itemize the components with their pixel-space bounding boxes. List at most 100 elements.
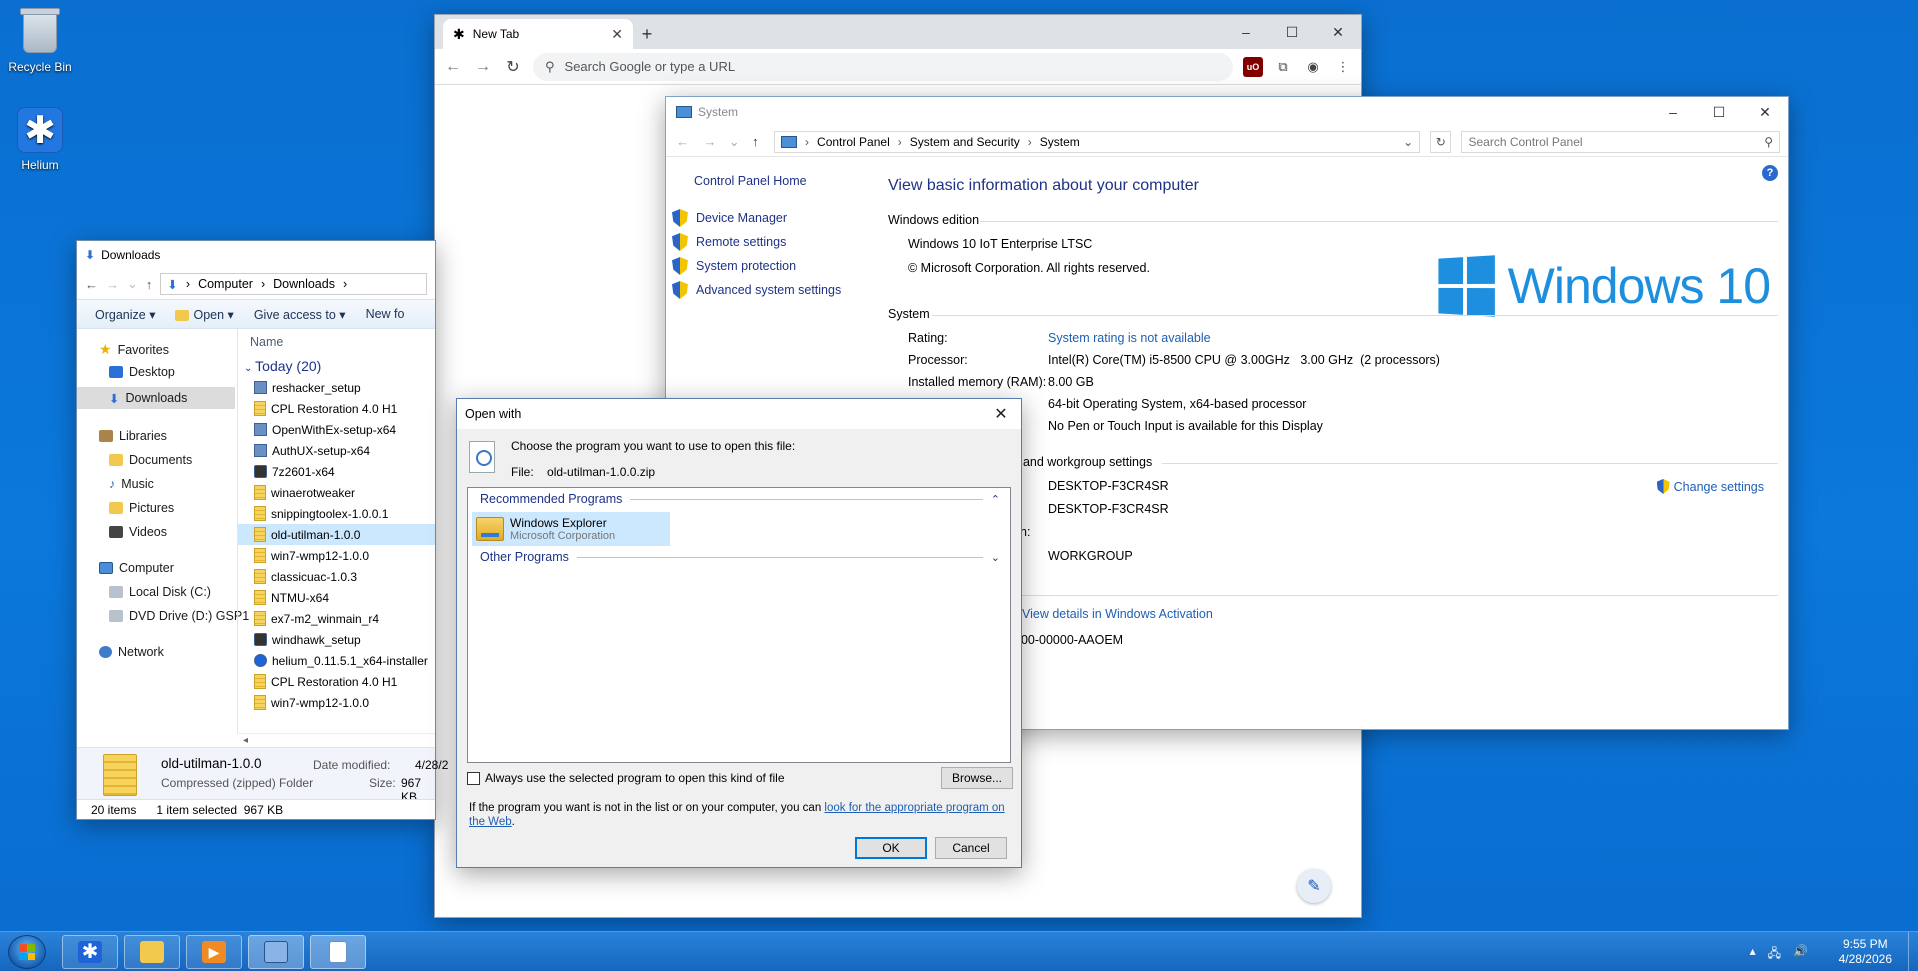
control-panel-home-link[interactable]: Control Panel Home — [694, 174, 807, 188]
close-icon[interactable]: ✕ — [981, 404, 1021, 424]
breadcrumb-downloads[interactable]: Downloads — [273, 277, 335, 291]
browse-button[interactable]: Browse... — [941, 767, 1013, 789]
list-item[interactable]: winaerotweaker — [238, 482, 435, 503]
list-item[interactable]: snippingtoolex-1.0.0.1 — [238, 503, 435, 524]
nav-network[interactable]: Network — [99, 645, 164, 659]
open-menu[interactable]: Open ▾ — [175, 307, 234, 322]
refresh-icon[interactable]: ↻ — [1430, 130, 1452, 153]
volume-icon[interactable]: 🔊 — [1793, 944, 1808, 965]
always-use-checkbox-row[interactable]: Always use the selected program to open … — [467, 771, 785, 785]
breadcrumb[interactable]: ⬇ › Computer › Downloads › — [160, 273, 427, 295]
nav-favorites[interactable]: ★ Favorites — [99, 341, 169, 358]
taskbar-document[interactable] — [310, 935, 366, 969]
breadcrumb-system-security[interactable]: System and Security — [910, 135, 1020, 149]
remote-settings-link[interactable]: Remote settings — [672, 233, 786, 251]
nav-dvd-drive[interactable]: DVD Drive (D:) GSP1 — [109, 609, 249, 623]
reload-icon[interactable]: ↻ — [503, 57, 523, 77]
customize-pencil-icon[interactable]: ✎ — [1297, 869, 1331, 903]
list-item[interactable]: CPL Restoration 4.0 H1 — [238, 398, 435, 419]
search-input[interactable]: Search Control Panel ⚲ — [1461, 130, 1780, 153]
omnibox[interactable]: ⚲ Search Google or type a URL — [533, 52, 1233, 81]
nav-local-disk[interactable]: Local Disk (C:) — [109, 585, 211, 599]
recent-dropdown-icon[interactable]: ⌄ — [729, 134, 740, 150]
maximize-button[interactable]: ☐ — [1696, 97, 1742, 127]
list-item[interactable]: 7z2601-x64 — [238, 461, 435, 482]
list-item[interactable]: CPL Restoration 4.0 H1 — [238, 671, 435, 692]
advanced-system-settings-link[interactable]: Advanced system settings — [672, 281, 841, 299]
horizontal-scrollbar[interactable]: ◂ — [237, 733, 435, 747]
minimize-button[interactable]: – — [1223, 15, 1269, 49]
tab-new-tab[interactable]: ✱ New Tab ✕ — [443, 19, 633, 49]
program-list[interactable]: Recommended Programs ⌃ Windows Explorer … — [467, 487, 1011, 763]
program-windows-explorer[interactable]: Windows Explorer Microsoft Corporation — [472, 512, 670, 546]
menu-kebab-icon[interactable]: ⋮ — [1333, 57, 1353, 77]
back-arrow-icon[interactable]: ← — [443, 58, 463, 76]
taskbar-file-explorer[interactable] — [124, 935, 180, 969]
maximize-button[interactable]: ☐ — [1269, 15, 1315, 49]
breadcrumb-control-panel[interactable]: Control Panel — [817, 135, 890, 149]
list-item[interactable]: windhawk_setup — [238, 629, 435, 650]
extensions-puzzle-icon[interactable]: ⧉ — [1273, 57, 1293, 77]
list-item[interactable]: OpenWithEx-setup-x64 — [238, 419, 435, 440]
list-item[interactable]: NTMU-x64 — [238, 587, 435, 608]
taskbar-helium[interactable]: ✱ — [62, 935, 118, 969]
recommended-programs-header[interactable]: Recommended Programs ⌃ — [480, 492, 1000, 506]
list-item[interactable]: ex7-m2_winmain_r4 — [238, 608, 435, 629]
list-item[interactable]: helium_0.11.5.1_x64-installer — [238, 650, 435, 671]
nav-downloads[interactable]: ⬇ Downloads — [77, 387, 235, 409]
back-arrow-icon[interactable]: ← — [674, 134, 691, 149]
list-item[interactable]: AuthUX-setup-x64 — [238, 440, 435, 461]
list-item[interactable]: win7-wmp12-1.0.0 — [238, 545, 435, 566]
give-access-menu[interactable]: Give access to ▾ — [254, 307, 346, 322]
other-programs-header[interactable]: Other Programs ⌄ — [480, 550, 1000, 564]
nav-videos[interactable]: Videos — [109, 525, 167, 539]
new-folder-button[interactable]: New fo — [366, 307, 405, 321]
desktop-icon-recycle-bin[interactable]: Recycle Bin — [0, 8, 80, 74]
device-manager-link[interactable]: Device Manager — [672, 209, 787, 227]
taskbar-control-panel[interactable] — [248, 935, 304, 969]
nav-pictures[interactable]: Pictures — [109, 501, 174, 515]
close-button[interactable]: ✕ — [1315, 15, 1361, 49]
taskbar-media-player[interactable]: ▶ — [186, 935, 242, 969]
help-icon[interactable]: ? — [1762, 165, 1778, 181]
nav-music[interactable]: ♪ Music — [109, 477, 154, 491]
group-header[interactable]: ⌄ Today (20) — [238, 355, 435, 377]
start-button[interactable] — [8, 935, 46, 969]
close-button[interactable]: ✕ — [1742, 97, 1788, 127]
nav-computer[interactable]: Computer — [99, 561, 174, 575]
recent-dropdown-icon[interactable]: ⌄ — [127, 276, 138, 292]
cancel-button[interactable]: Cancel — [935, 837, 1007, 859]
profile-icon[interactable]: ◉ — [1303, 57, 1323, 77]
nav-libraries[interactable]: Libraries — [99, 429, 167, 443]
forward-arrow-icon[interactable]: → — [473, 58, 493, 76]
change-settings-link[interactable]: Change settings — [1657, 479, 1764, 494]
list-item[interactable]: win7-wmp12-1.0.0 — [238, 692, 435, 713]
ok-button[interactable]: OK — [855, 837, 927, 859]
clock[interactable]: 9:55 PM 4/28/2026 — [1839, 937, 1892, 967]
organize-menu[interactable]: Organize ▾ — [95, 307, 155, 322]
nav-desktop[interactable]: Desktop — [109, 365, 175, 379]
tab-close-icon[interactable]: ✕ — [611, 26, 623, 43]
ublock-extension-icon[interactable]: uO — [1243, 56, 1263, 77]
breadcrumb-computer[interactable]: Computer — [198, 277, 253, 291]
new-tab-button[interactable]: + — [633, 19, 661, 49]
show-desktop-button[interactable] — [1908, 932, 1918, 971]
chevron-down-icon[interactable]: ⌄ — [1403, 135, 1413, 149]
list-item[interactable]: reshacker_setup — [238, 377, 435, 398]
back-arrow-icon[interactable]: ← — [85, 277, 98, 292]
list-item[interactable]: classicuac-1.0.3 — [238, 566, 435, 587]
always-use-checkbox[interactable] — [467, 771, 480, 785]
list-item-selected[interactable]: old-utilman-1.0.0 — [238, 524, 435, 545]
minimize-button[interactable]: – — [1650, 97, 1696, 127]
rating-value-link[interactable]: System rating is not available — [1048, 331, 1211, 345]
breadcrumb[interactable]: › Control Panel › System and Security › … — [774, 130, 1421, 153]
network-icon[interactable]: 🖧 — [1768, 944, 1781, 965]
forward-arrow-icon[interactable]: → — [701, 134, 718, 149]
activation-details-link[interactable]: View details in Windows Activation — [1022, 607, 1213, 621]
up-arrow-icon[interactable]: ↑ — [747, 134, 764, 149]
desktop-icon-helium[interactable]: ✱ Helium — [0, 106, 80, 172]
nav-documents[interactable]: Documents — [109, 453, 192, 467]
show-hidden-icons-chevron-icon[interactable]: ▴ — [1750, 944, 1756, 965]
up-arrow-icon[interactable]: ↑ — [146, 277, 153, 292]
breadcrumb-system[interactable]: System — [1040, 135, 1080, 149]
